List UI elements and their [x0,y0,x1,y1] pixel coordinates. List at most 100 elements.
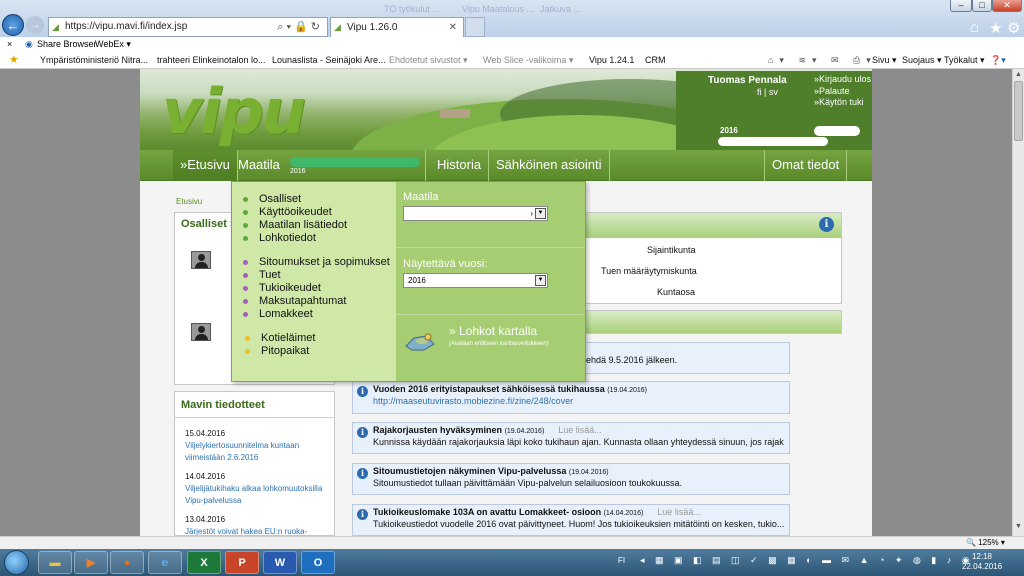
header-banner: vipu Tuomas Pennala fi | sv »Kirjaudu ul… [140,69,872,150]
nav-sahkoinen-asiointi[interactable]: Sähköinen asiointi [489,150,610,181]
tab-vipu[interactable]: ◢ Vipu 1.26.0 ✕ [330,17,464,37]
menu-tuet[interactable]: Tuet [243,269,281,281]
breadcrumb[interactable]: Etusivu [176,197,202,206]
bullet-icon [243,236,248,241]
system-clock[interactable]: 12:18 22.04.2016 [962,552,1002,572]
ie-app-icon[interactable]: e [148,551,182,574]
language-indicator[interactable]: FI [618,556,625,565]
bullet-icon [243,286,248,291]
address-bar[interactable]: ◢ https://vipu.mavi.fi/index.jsp ⌕▾🔒↻ [48,17,328,37]
close-window-button[interactable]: ✕ [992,0,1022,12]
logout-link[interactable]: »Kirjaudu ulos [814,74,871,86]
new-tab-button[interactable] [465,17,485,37]
menu-maksutapahtumat[interactable]: Maksutapahtumat [243,295,346,307]
favorite-link[interactable]: CRM [645,51,666,69]
favorite-link[interactable]: Lounaslista - Seinäjoki Are... [272,51,386,69]
favorite-link[interactable]: Ympäristöministeriö Nitra... [40,51,148,69]
nav-omat-tiedot[interactable]: Omat tiedot [764,150,848,181]
favorite-link[interactable]: trahteeri Elinkeinotalon lo... [157,51,266,69]
notice-title[interactable]: Rajakorjausten hyväksyminen (19.04.2016)… [373,425,602,435]
favorite-link[interactable]: Ehdotetut sivustot ▾ [389,51,468,69]
support-link[interactable]: »Käytön tuki [814,97,871,109]
notice-link[interactable]: http://maaseutuvirasto.mobiezine.fi/zine… [373,396,573,406]
read-more-link[interactable]: Lue lisää... [657,507,701,517]
menu-osalliset[interactable]: Osalliset [243,193,301,205]
windows-taskbar: ▬ ▶ ● e X P W O FI ◂ ▦ ▣ ◧ ▤ ◫ ✓ ▩ ▦ ◐ ▬… [0,549,1024,576]
menu-tukioikeudet[interactable]: Tukioikeudet [243,282,321,294]
scroll-down-icon[interactable]: ▼ [1015,523,1022,530]
zoom-level[interactable]: 🔍 125% ▾ [966,537,1005,549]
webex-menu[interactable]: WebEx ▾ [95,37,131,51]
word-app-icon[interactable]: W [263,551,297,574]
menu-lomakkeet[interactable]: Lomakkeet [243,308,313,320]
vertical-scrollbar[interactable]: ▲ ▼ [1012,69,1024,536]
favorites-star-icon[interactable]: ★ [9,51,19,69]
person-icon [191,251,211,269]
scroll-up-icon[interactable]: ▲ [1015,71,1022,78]
faded-tab[interactable]: TO työkulut ... [384,4,440,14]
bullet-icon [245,336,250,341]
tyokalut-menu[interactable]: Työkalut ▾ [944,51,985,69]
farm-select[interactable]: › ▼ [403,206,548,221]
home-icon[interactable]: ⌂ [970,19,979,36]
info-icon[interactable]: i [819,217,834,232]
notice-body: Sitoumustiedot tullaan päivittämään Vipu… [373,478,683,488]
read-more-link[interactable]: Lue lisää... [558,425,602,435]
osalliset-title[interactable]: Osalliset » [181,218,236,230]
menu-lohkotiedot[interactable]: Lohkotiedot [243,232,316,244]
maximize-button[interactable]: □ [972,0,992,12]
system-tray-icons[interactable]: ◂ ▦ ▣ ◧ ▤ ◫ ✓ ▩ ▦ ◐ ▬ ✉ ▲ ◔ ✦ ◍ ▮ ♪ ◉ [640,555,974,566]
close-tab-icon[interactable]: ✕ [449,18,457,37]
minimize-button[interactable]: – [950,0,972,12]
close-toolbar-icon[interactable]: × [7,37,12,51]
menu-sitoumukset[interactable]: Sitoumukset ja sopimukset [243,256,390,268]
forward-button[interactable]: → [26,16,44,34]
favorites-star-icon[interactable]: ★ [989,19,1002,37]
settings-gear-icon[interactable]: ⚙ [1007,19,1020,37]
chevron-down-icon[interactable]: ▼ [535,275,546,286]
share-browser-button[interactable]: Share Browser [37,37,97,51]
news-link[interactable]: Järjestöt voivat hakea EU:n ruoka- [185,526,325,535]
notice-title[interactable]: Tukioikeuslomake 103A on avattu Lomakkee… [373,507,701,517]
notice-title[interactable]: Sitoumustietojen näkyminen Vipu-palvelus… [373,466,609,476]
scroll-thumb[interactable] [1014,81,1023,141]
outlook-app-icon[interactable]: O [301,551,335,574]
menu-pitopaikat[interactable]: Pitopaikat [245,345,309,357]
firefox-app-icon[interactable]: ● [110,551,144,574]
menu-maatilan-lisatiedot[interactable]: Maatilan lisätiedot [243,219,347,231]
menu-kotielaimet[interactable]: Kotieläimet [245,332,315,344]
language-switch[interactable]: fi | sv [757,87,778,97]
explorer-app-icon[interactable]: ▬ [38,551,72,574]
faded-tab[interactable]: Jatkuva ... [540,4,581,14]
sivu-menu[interactable]: Sivu ▾ [872,51,897,69]
favorite-link[interactable]: Vipu 1.24.1 [589,51,634,69]
notice-item: i Rajakorjausten hyväksyminen (19.04.201… [352,422,790,454]
chevron-down-icon[interactable]: ▼ [535,208,546,219]
notice-title[interactable]: Vuoden 2016 erityistapaukset sähköisessä… [373,384,647,394]
bullet-icon [245,349,250,354]
back-button[interactable]: ← [2,14,24,36]
powerpoint-app-icon[interactable]: P [225,551,259,574]
suojaus-menu[interactable]: Suojaus ▾ [902,51,942,69]
excel-app-icon[interactable]: X [187,551,221,574]
search-lock-refresh-icons[interactable]: ⌕▾🔒↻ [277,18,323,36]
menu-kayttooikeudet[interactable]: Käyttöoikeudet [243,206,332,218]
main-nav: »Etusivu Maatila 2016 Historia Sähköinen… [140,150,872,181]
redacted-farm-name [290,157,420,167]
nav-historia[interactable]: Historia [430,150,490,181]
news-date: 13.04.2016 [185,515,226,524]
tab-favicon: ◢ [334,22,341,32]
map-link[interactable]: » Lohkot kartalla [449,324,537,338]
news-link[interactable]: Viljelijätukihaku alkaa lohkomuutoksilla… [185,483,325,507]
help-icon[interactable]: ❓▾ [990,51,1006,69]
nav-etusivu[interactable]: »Etusivu [173,150,238,181]
start-button[interactable] [4,550,29,575]
favorite-link[interactable]: Web Slice -valikoima ▾ [483,51,573,69]
year-select[interactable]: 2016 ▼ [403,273,548,288]
toolbar-icons[interactable]: ⌂▾ ≋▾ ✉ ⎙▾ [768,51,877,69]
news-link[interactable]: Viljelykiertosuunnitelma kuntaan viimeis… [185,440,325,464]
notice-item: i Tukioikeuslomake 103A on avattu Lomakk… [352,504,790,536]
media-player-app-icon[interactable]: ▶ [74,551,108,574]
feedback-link[interactable]: »Palaute [814,86,871,98]
faded-tab[interactable]: Vipu Maatalous ... [462,4,534,14]
